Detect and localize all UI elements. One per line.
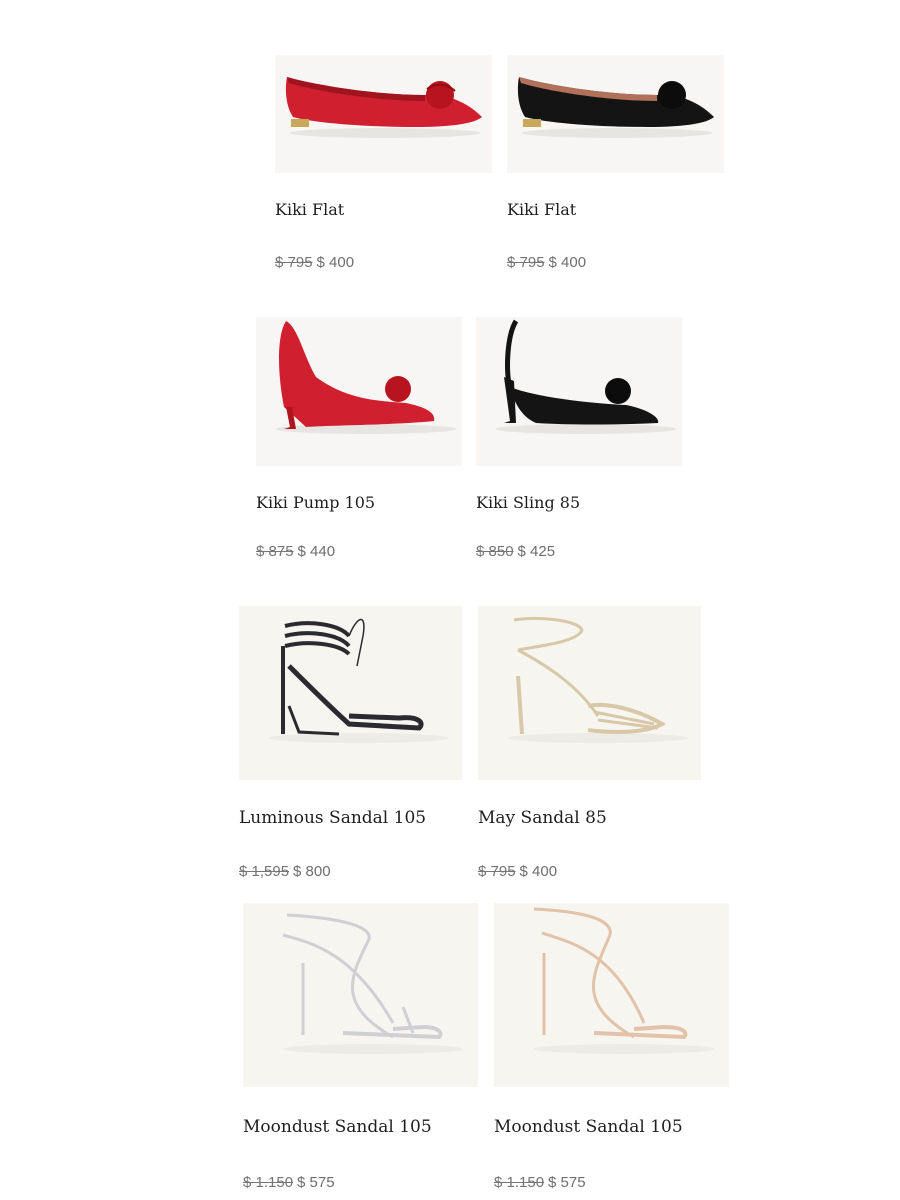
- sale-price: $ 400: [548, 254, 587, 271]
- product-card[interactable]: Luminous Sandal 105 $ 1,595 $ 800: [239, 606, 462, 886]
- black-bow-flat-image: [517, 77, 714, 138]
- product-price: $ 1.150 $ 575: [494, 1174, 586, 1191]
- product-image[interactable]: [476, 317, 682, 466]
- product-card[interactable]: Moondust Sandal 105 $ 1.150 $ 575: [494, 903, 729, 1200]
- sale-price: $ 575: [297, 1174, 335, 1191]
- product-price: $ 795 $ 400: [275, 254, 354, 271]
- product-price: $ 875 $ 440: [256, 543, 335, 560]
- silver-strappy-sandal-image: [282, 913, 463, 1054]
- product-image[interactable]: [478, 606, 701, 780]
- product-card[interactable]: Kiki Sling 85 $ 850 $ 425: [476, 317, 682, 567]
- original-price: $ 875: [256, 543, 294, 560]
- product-name[interactable]: Moondust Sandal 105: [494, 1117, 683, 1137]
- product-image[interactable]: [243, 903, 478, 1087]
- original-price: $ 795: [275, 254, 313, 271]
- gold-strappy-sandal-image: [508, 616, 688, 743]
- product-price: $ 795 $ 400: [507, 254, 586, 271]
- sale-price: $ 425: [517, 543, 556, 560]
- product-card[interactable]: Kiki Flat $ 795 $ 400: [275, 55, 492, 285]
- product-name[interactable]: Kiki Pump 105: [256, 493, 375, 512]
- original-price: $ 1,595: [239, 863, 290, 880]
- product-price: $ 1.150 $ 575: [243, 1174, 335, 1191]
- original-price: $ 795: [478, 863, 516, 880]
- product-name[interactable]: Kiki Flat: [275, 200, 344, 219]
- sale-price: $ 800: [293, 863, 331, 880]
- black-bow-slingback-image: [496, 319, 676, 434]
- original-price: $ 795: [507, 254, 545, 271]
- sale-price: $ 400: [316, 254, 355, 271]
- red-bow-flat-image: [285, 77, 482, 138]
- product-name[interactable]: May Sandal 85: [478, 808, 607, 828]
- product-name[interactable]: Kiki Flat: [507, 200, 576, 219]
- product-price: $ 795 $ 400: [478, 863, 557, 880]
- product-name[interactable]: Kiki Sling 85: [476, 493, 580, 512]
- product-card[interactable]: Kiki Pump 105 $ 875 $ 440: [256, 317, 462, 567]
- red-bow-pump-image: [276, 321, 456, 434]
- product-image[interactable]: [256, 317, 462, 466]
- product-name[interactable]: Moondust Sandal 105: [243, 1117, 432, 1137]
- nude-strappy-sandal-image: [533, 907, 714, 1054]
- product-price: $ 1,595 $ 800: [239, 863, 331, 880]
- sale-price: $ 400: [519, 863, 558, 880]
- product-image[interactable]: [275, 55, 492, 173]
- product-image[interactable]: [239, 606, 462, 780]
- product-card[interactable]: Moondust Sandal 105 $ 1.150 $ 575: [243, 903, 478, 1200]
- original-price: $ 850: [476, 543, 514, 560]
- sale-price: $ 575: [548, 1174, 586, 1191]
- product-price: $ 850 $ 425: [476, 543, 555, 560]
- sale-price: $ 440: [297, 543, 336, 560]
- product-name[interactable]: Luminous Sandal 105: [239, 808, 426, 828]
- product-image[interactable]: [507, 55, 724, 173]
- original-price: $ 1.150: [494, 1174, 545, 1191]
- black-crystal-lace-up-sandal-image: [269, 618, 449, 743]
- product-card[interactable]: May Sandal 85 $ 795 $ 400: [478, 606, 701, 886]
- original-price: $ 1.150: [243, 1174, 294, 1191]
- product-card[interactable]: Kiki Flat $ 795 $ 400: [507, 55, 724, 285]
- product-image[interactable]: [494, 903, 729, 1087]
